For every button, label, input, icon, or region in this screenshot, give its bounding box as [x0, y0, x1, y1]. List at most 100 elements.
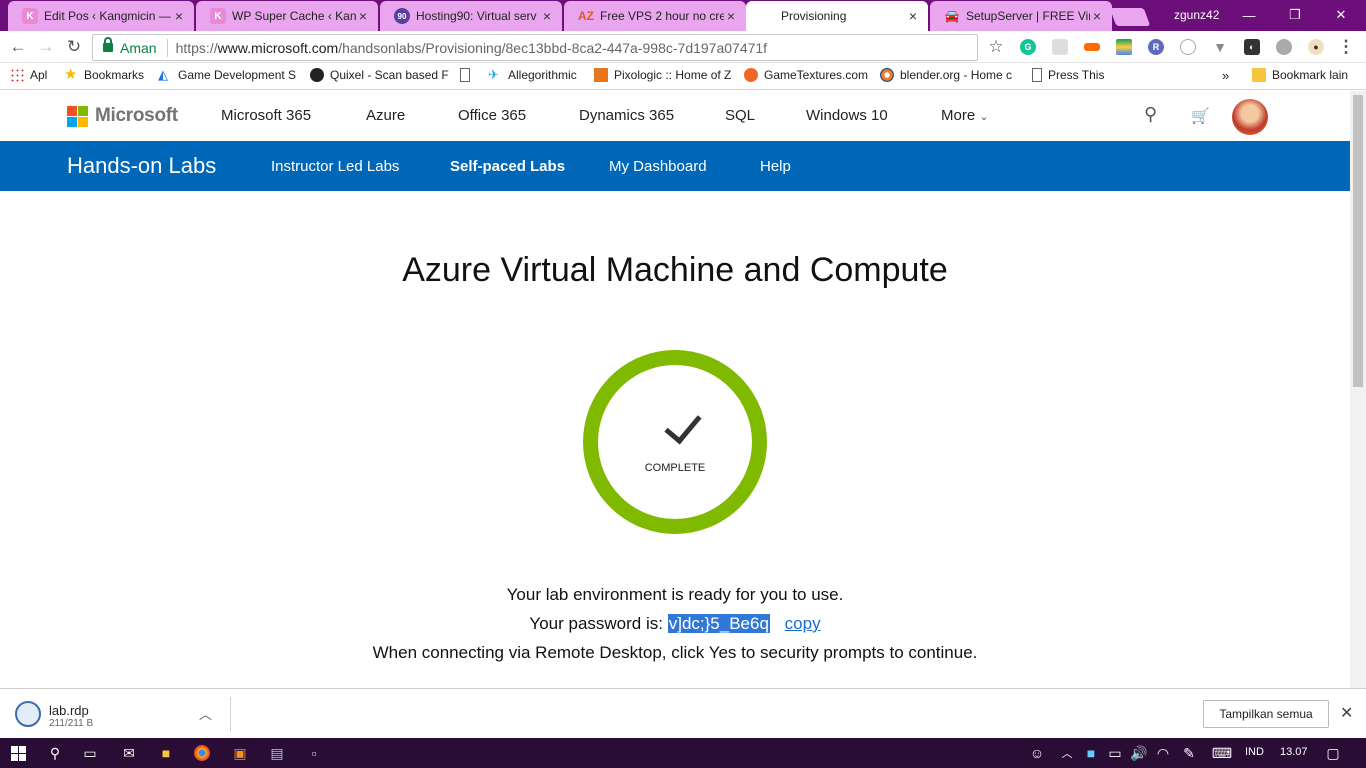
- secure-label[interactable]: Aman: [120, 38, 168, 57]
- wifi-icon[interactable]: ◠: [1154, 744, 1172, 762]
- search-icon[interactable]: ⚲: [1144, 104, 1157, 125]
- volume-icon[interactable]: 🔊: [1130, 744, 1148, 762]
- bookmark-star-icon[interactable]: ☆: [986, 37, 1006, 57]
- extension-r-icon[interactable]: R: [1148, 39, 1164, 55]
- tab-edit-post[interactable]: K Edit Pos ‹ Kangmicin — ×: [8, 1, 194, 31]
- extension-dark-icon[interactable]: ◐: [1244, 39, 1260, 55]
- bookmark-apps[interactable]: Apl: [10, 68, 47, 82]
- close-tab-icon[interactable]: ×: [724, 8, 738, 24]
- close-window-icon[interactable]: ✕: [1318, 0, 1364, 30]
- remote-desktop-icon[interactable]: ▫: [305, 744, 323, 762]
- extension-animal-icon[interactable]: ●: [1308, 39, 1324, 55]
- file-explorer-icon[interactable]: ■: [157, 744, 175, 762]
- bookmark-quixel[interactable]: Quixel - Scan based F: [310, 68, 449, 82]
- extension-gray-icon[interactable]: [1276, 39, 1292, 55]
- notepad-icon[interactable]: ▤: [268, 744, 286, 762]
- bookmark-blender[interactable]: blender.org - Home c: [880, 68, 1012, 82]
- extension-circle-icon[interactable]: [1180, 39, 1196, 55]
- bookmark-gametextures[interactable]: GameTextures.com: [744, 68, 868, 82]
- nav-help[interactable]: Help: [760, 158, 791, 175]
- tab-wp-super-cache[interactable]: K WP Super Cache ‹ Kang ×: [196, 1, 378, 31]
- extension-orange-icon[interactable]: [1084, 43, 1100, 51]
- url-text[interactable]: https://www.microsoft.com/handsonlabs/Pr…: [176, 40, 768, 56]
- search-icon[interactable]: ⚲: [46, 744, 64, 762]
- lock-icon[interactable]: [103, 37, 113, 52]
- chrome-icon[interactable]: [194, 745, 210, 761]
- keyboard-icon[interactable]: ⌨: [1210, 744, 1234, 762]
- password-value[interactable]: v]dc;}5_Be6q: [667, 614, 770, 633]
- rdp-file-icon[interactable]: [15, 701, 41, 727]
- nav-self-paced-labs[interactable]: Self-paced Labs: [450, 158, 565, 175]
- bookmark-page[interactable]: [460, 68, 476, 82]
- nav-office-365[interactable]: Office 365: [458, 107, 526, 124]
- bookmark-allegorithmic[interactable]: ✈ Allegorithmic: [488, 68, 577, 83]
- tab-free-vps[interactable]: AZ Free VPS 2 hour no cre ×: [564, 1, 746, 31]
- other-bookmarks[interactable]: Bookmark lain: [1252, 68, 1348, 82]
- app-tray-icon[interactable]: ■: [1082, 744, 1100, 762]
- download-size: 211/211 B: [49, 718, 94, 729]
- nav-instructor-led-labs[interactable]: Instructor Led Labs: [271, 158, 399, 175]
- tab-setupserver[interactable]: 🚘 SetupServer | FREE Virt ×: [930, 1, 1112, 31]
- restore-icon[interactable]: ❐: [1272, 0, 1318, 30]
- minimize-icon[interactable]: —: [1226, 0, 1272, 30]
- kangmicin-icon: K: [22, 8, 38, 24]
- sublime-text-icon[interactable]: ▣: [231, 744, 249, 762]
- close-icon[interactable]: ✕: [1340, 703, 1353, 723]
- nav-my-dashboard[interactable]: My Dashboard: [609, 158, 707, 175]
- extension-grid-icon[interactable]: [1052, 39, 1068, 55]
- download-filename[interactable]: lab.rdp: [49, 703, 89, 718]
- close-tab-icon[interactable]: ×: [540, 8, 554, 24]
- close-tab-icon[interactable]: ×: [172, 8, 186, 24]
- forward-icon[interactable]: →: [36, 37, 56, 57]
- task-view-icon[interactable]: ▭: [81, 744, 99, 762]
- complete-status-ring: COMPLETE: [583, 350, 767, 534]
- pen-icon[interactable]: ✎: [1180, 744, 1198, 762]
- bookmark-bookmarks[interactable]: ★ Bookmarks: [64, 67, 144, 82]
- microsoft-wordmark: Microsoft: [95, 105, 178, 126]
- nav-microsoft-365[interactable]: Microsoft 365: [221, 107, 311, 124]
- grammarly-icon[interactable]: G: [1020, 39, 1036, 55]
- vue-devtools-icon[interactable]: ▼: [1212, 39, 1228, 55]
- new-tab-button[interactable]: [1109, 8, 1151, 26]
- cart-icon[interactable]: 🛒: [1191, 107, 1210, 125]
- people-icon[interactable]: ☺: [1028, 744, 1046, 762]
- input-language[interactable]: IND: [1245, 746, 1264, 758]
- show-hidden-icons-icon[interactable]: ︿: [1058, 744, 1076, 762]
- reload-icon[interactable]: ↻: [64, 37, 84, 57]
- copy-password-link[interactable]: copy: [785, 614, 821, 633]
- microsoft-logo[interactable]: Microsoft: [67, 105, 178, 127]
- bookmark-pixologic[interactable]: Pixologic :: Home of Z: [594, 68, 731, 82]
- nav-dynamics-365[interactable]: Dynamics 365: [579, 107, 674, 124]
- address-bar[interactable]: Aman https://www.microsoft.com/handsonla…: [92, 34, 978, 61]
- windows-start-icon[interactable]: [9, 744, 27, 762]
- tab-provisioning[interactable]: Provisioning ×: [746, 1, 928, 31]
- bookmarks-overflow-icon[interactable]: »: [1222, 68, 1229, 83]
- nav-more[interactable]: More ⌄: [941, 107, 989, 124]
- menu-icon[interactable]: ⋮: [1336, 37, 1356, 57]
- battery-icon[interactable]: ▭: [1106, 744, 1124, 762]
- bookmark-press-this[interactable]: Press This: [1032, 68, 1104, 82]
- kangmicin-icon: K: [210, 8, 226, 24]
- chevron-up-icon[interactable]: ︿: [199, 704, 212, 723]
- bookmark-game-development[interactable]: ◭ Game Development S: [158, 68, 296, 83]
- close-tab-icon[interactable]: ×: [356, 8, 370, 24]
- page-scrollbar[interactable]: [1350, 91, 1366, 688]
- scrollbar-thumb[interactable]: [1353, 95, 1363, 387]
- bookmark-label: GameTextures.com: [764, 68, 869, 82]
- google-drive-icon[interactable]: [1116, 39, 1132, 55]
- profile-name[interactable]: zgunz42: [1174, 8, 1219, 22]
- avatar[interactable]: [1232, 99, 1268, 135]
- tab-title: Free VPS 2 hour no cre: [600, 9, 724, 23]
- clock[interactable]: 13.07: [1280, 746, 1308, 758]
- nav-windows-10[interactable]: Windows 10: [806, 107, 888, 124]
- show-all-downloads-button[interactable]: Tampilkan semua: [1203, 700, 1329, 728]
- close-tab-icon[interactable]: ×: [906, 8, 920, 24]
- nav-sql[interactable]: SQL: [725, 107, 755, 124]
- nav-azure[interactable]: Azure: [366, 107, 405, 124]
- back-icon[interactable]: ←: [8, 37, 28, 57]
- notifications-icon[interactable]: ▢: [1324, 744, 1342, 762]
- mail-icon[interactable]: ✉: [120, 744, 138, 762]
- tab-hosting90[interactable]: 90 Hosting90: Virtual serv ×: [380, 1, 562, 31]
- close-tab-icon[interactable]: ×: [1090, 8, 1104, 24]
- labs-title[interactable]: Hands-on Labs: [67, 153, 216, 179]
